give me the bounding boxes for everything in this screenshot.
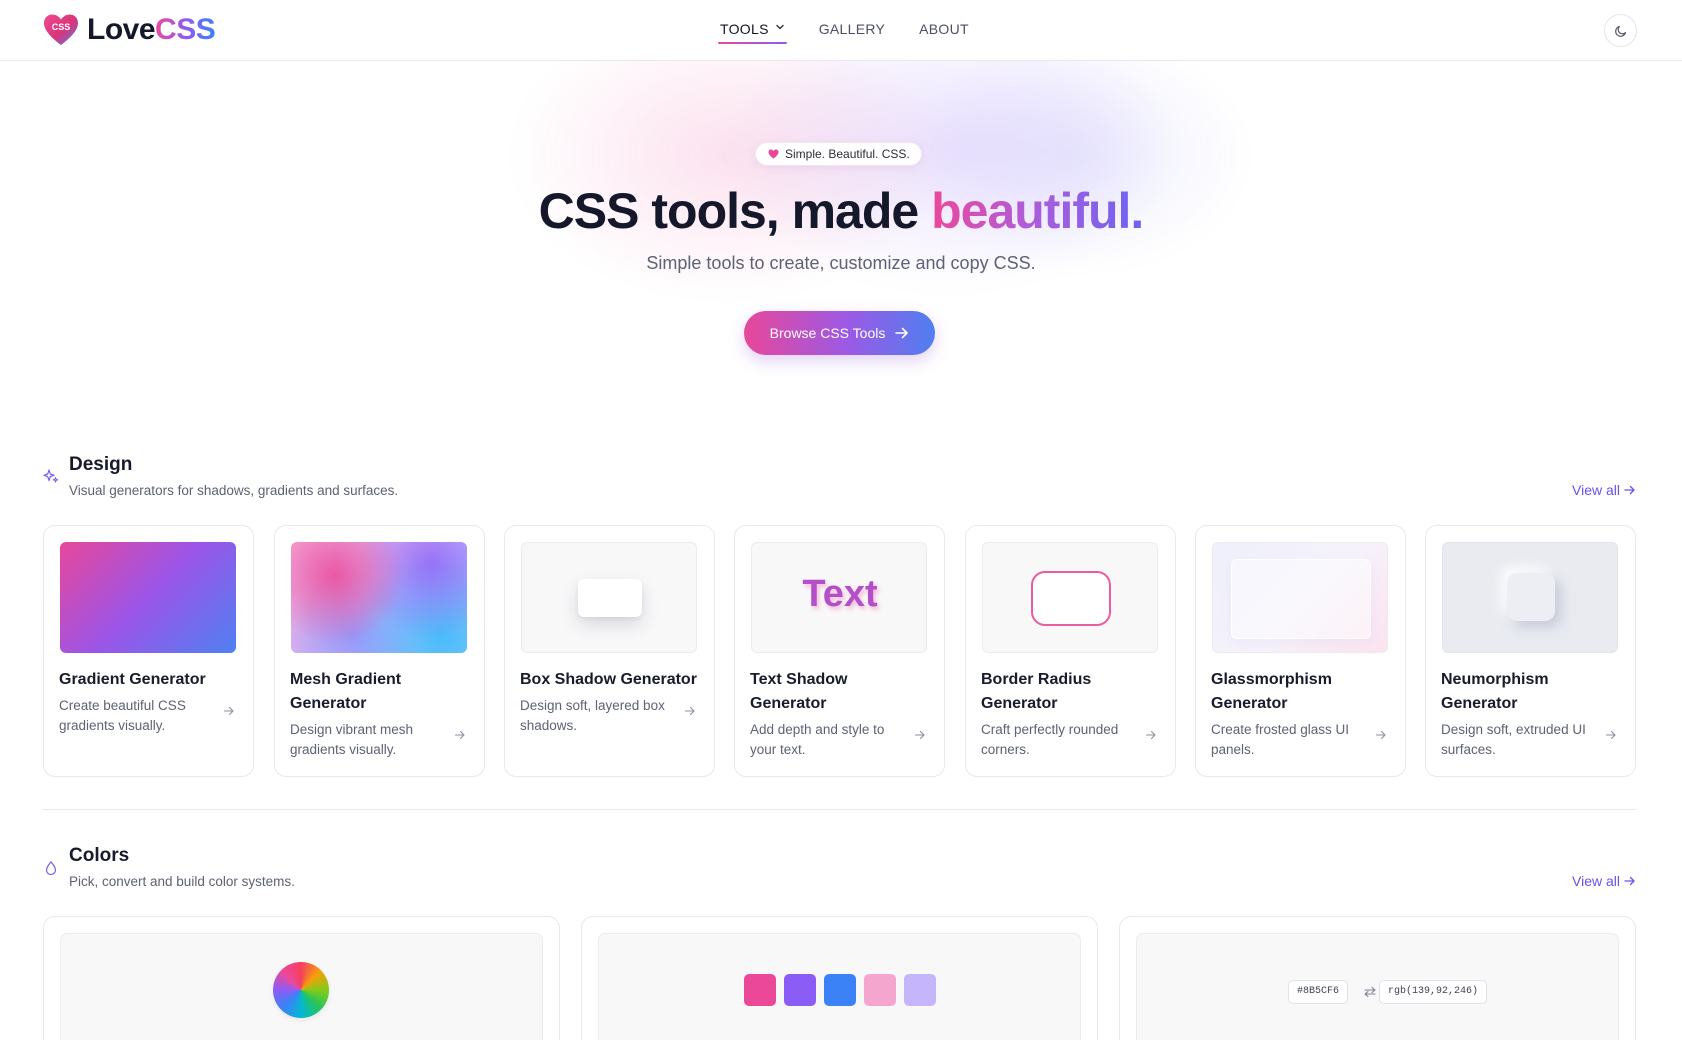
heart-logo-icon: CSS — [43, 13, 79, 47]
card-description: Create frosted glass UI panels. — [1211, 722, 1350, 757]
top-header: CSS LoveCSS TOOLS GALLERY ABOUT — [0, 0, 1682, 61]
box-shadow-preview — [521, 542, 697, 653]
browse-tools-label: Browse CSS Tools — [769, 325, 886, 341]
view-all-label: View all — [1572, 873, 1620, 889]
hero-badge: Simple. Beautiful. CSS. — [755, 142, 922, 166]
color-wheel-icon — [273, 962, 329, 1018]
colors-section-description: Pick, convert and build color systems. — [69, 874, 295, 889]
neumorphism-preview — [1442, 542, 1618, 653]
droplet-icon — [45, 861, 57, 876]
hero-title: CSS tools, made beautiful. — [0, 180, 1682, 242]
main-nav: TOOLS GALLERY ABOUT — [718, 18, 971, 46]
card-description: Design soft, layered box shadows. — [520, 698, 665, 733]
tool-card-neumorphism-generator[interactable]: Neumorphism Generator Design soft, extru… — [1425, 525, 1636, 777]
arrow-right-icon — [1624, 485, 1635, 495]
theme-toggle-button[interactable] — [1604, 14, 1637, 47]
card-description: Craft perfectly rounded corners. — [981, 722, 1119, 757]
arrow-right-icon — [1145, 730, 1156, 740]
arrow-right-icon — [223, 706, 234, 716]
rounded-box-sample — [1031, 571, 1111, 626]
card-title: Border Radius Generator — [981, 671, 1092, 712]
tool-card-color-converter[interactable]: #8B5CF6 rgb(139,92,246) — [1119, 916, 1636, 1040]
tool-card-border-radius-generator[interactable]: Border Radius Generator Craft perfectly … — [965, 525, 1176, 777]
palette-swatch — [784, 974, 816, 1006]
card-title: Glassmorphism Generator — [1211, 671, 1332, 712]
hero-badge-text: Simple. Beautiful. CSS. — [785, 147, 910, 161]
palette-preview — [598, 933, 1081, 1040]
arrow-right-icon — [684, 706, 695, 716]
hero-title-accent: beautiful. — [931, 183, 1144, 239]
card-title: Mesh Gradient Generator — [290, 671, 402, 712]
card-title: Box Shadow Generator — [520, 671, 697, 688]
card-description: Create beautiful CSS gradients visually. — [59, 698, 186, 733]
text-shadow-sample: Text — [802, 573, 878, 615]
arrow-right-icon — [1605, 730, 1616, 740]
moon-icon — [1614, 25, 1626, 37]
mesh-gradient-preview — [291, 542, 467, 653]
arrow-right-icon — [1624, 876, 1635, 886]
nav-tools[interactable]: TOOLS — [718, 18, 787, 46]
card-title: Neumorphism Generator — [1441, 671, 1549, 712]
card-title: Gradient Generator — [59, 671, 206, 688]
view-all-label: View all — [1572, 482, 1620, 498]
gradient-preview — [60, 542, 236, 653]
nav-about[interactable]: ABOUT — [917, 18, 971, 46]
card-description: Design soft, extruded UI surfaces. — [1441, 722, 1586, 757]
arrow-right-icon — [1375, 730, 1386, 740]
tool-card-color-picker[interactable] — [43, 916, 560, 1040]
palette-swatch — [744, 974, 776, 1006]
heart-icon — [768, 149, 779, 159]
tool-card-mesh-gradient-generator[interactable]: Mesh Gradient Generator Design vibrant m… — [274, 525, 485, 777]
design-section-header: Design Visual generators for shadows, gr… — [43, 454, 1636, 504]
sparkles-icon — [43, 469, 59, 483]
rgb-value-pill: rgb(139,92,246) — [1379, 980, 1488, 1004]
arrow-right-icon — [895, 327, 909, 339]
palette-swatch — [824, 974, 856, 1006]
tool-card-glassmorphism-generator[interactable]: Glassmorphism Generator Create frosted g… — [1195, 525, 1406, 777]
logo-word-love: Love — [87, 13, 156, 46]
converter-preview: #8B5CF6 rgb(139,92,246) — [1136, 933, 1619, 1040]
section-divider — [43, 809, 1636, 810]
design-view-all-link[interactable]: View all — [1572, 482, 1636, 498]
tool-card-box-shadow-generator[interactable]: Box Shadow Generator Design soft, layere… — [504, 525, 715, 777]
logo-wordmark: LoveCSS — [87, 13, 216, 47]
hex-value-pill: #8B5CF6 — [1288, 980, 1349, 1004]
logo-badge-text: CSS — [51, 22, 71, 32]
shadow-box-sample — [578, 579, 642, 617]
color-wheel-preview — [60, 933, 543, 1040]
colors-view-all-link[interactable]: View all — [1572, 873, 1636, 889]
border-radius-preview — [982, 542, 1158, 653]
swap-arrows-icon — [1364, 986, 1376, 998]
design-section-title: Design — [69, 454, 133, 475]
logo-word-css: CSS — [155, 13, 216, 46]
nav-gallery-label: GALLERY — [818, 21, 886, 37]
logo[interactable]: CSS LoveCSS — [43, 13, 216, 47]
tool-card-gradient-generator[interactable]: Gradient Generator Create beautiful CSS … — [43, 525, 254, 777]
arrow-right-icon — [454, 730, 465, 740]
palette-swatch — [904, 974, 936, 1006]
nav-tools-label: TOOLS — [720, 21, 769, 37]
nav-gallery[interactable]: GALLERY — [817, 18, 887, 46]
chevron-down-icon — [776, 24, 784, 30]
tool-card-palette-generator[interactable] — [581, 916, 1098, 1040]
neumorphic-box-sample — [1507, 573, 1555, 621]
tool-card-text-shadow-generator[interactable]: Text Text Shadow Generator Add depth and… — [734, 525, 945, 777]
hero-title-main: CSS tools, made — [538, 183, 932, 239]
colors-section-header: Colors Pick, convert and build color sys… — [43, 845, 1636, 895]
browse-tools-button[interactable]: Browse CSS Tools — [744, 311, 935, 355]
card-description: Add depth and style to your text. — [750, 722, 885, 757]
nav-about-label: ABOUT — [919, 21, 969, 37]
card-description: Design vibrant mesh gradients visually. — [290, 722, 414, 757]
arrow-right-icon — [914, 730, 925, 740]
design-section-description: Visual generators for shadows, gradients… — [69, 483, 399, 498]
card-title: Text Shadow Generator — [750, 671, 848, 712]
glass-panel-sample — [1231, 559, 1371, 639]
palette-swatch — [864, 974, 896, 1006]
glassmorphism-preview — [1212, 542, 1388, 653]
colors-section-title: Colors — [69, 845, 130, 866]
text-shadow-preview: Text — [751, 542, 927, 653]
hero-subtitle: Simple tools to create, customize and co… — [646, 253, 1036, 273]
